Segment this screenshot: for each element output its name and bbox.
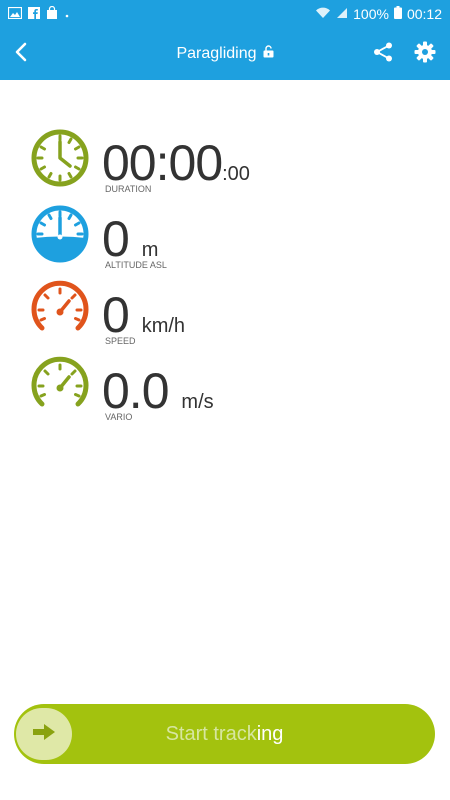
altitude-label: ALTITUDE ASL <box>105 260 167 270</box>
arrow-right-icon <box>31 722 57 747</box>
duration-label: DURATION <box>105 184 152 194</box>
altimeter-icon <box>30 204 90 264</box>
vario-label: VARIO <box>105 412 133 422</box>
back-button[interactable] <box>0 28 42 80</box>
dot-icon <box>64 6 70 22</box>
metric-speed: 0 km/h SPEED <box>30 276 430 352</box>
start-label-bright: ing <box>256 722 284 745</box>
clock: 00:12 <box>406 6 442 22</box>
shopping-bag-icon <box>46 5 58 22</box>
back-arrow-icon <box>14 42 28 67</box>
metric-vario: 0.0 m/s VARIO <box>30 352 430 428</box>
battery-icon <box>393 6 402 22</box>
battery-percent: 100% <box>353 6 389 22</box>
altitude-number: 0 <box>102 211 130 267</box>
vario-number: 0.0 <box>102 363 170 419</box>
altitude-unit: m <box>141 239 159 261</box>
system-status: 100% 00:12 <box>315 6 442 22</box>
wifi-icon <box>315 6 331 22</box>
metric-altitude: 0 m ALTITUDE ASL <box>30 200 430 276</box>
metric-duration: 00:00:00 DURATION <box>30 124 430 200</box>
app-bar: Paragliding <box>0 28 450 80</box>
unlock-icon <box>263 45 274 63</box>
signal-icon <box>336 6 348 22</box>
slide-knob[interactable] <box>16 708 72 760</box>
settings-gear-icon <box>414 41 436 68</box>
share-button[interactable] <box>368 39 398 69</box>
speedometer-icon <box>30 280 90 340</box>
start-tracking-button[interactable]: Start track ing <box>14 704 435 764</box>
duration-main: 00:00 <box>102 135 223 191</box>
facebook-icon <box>28 6 40 22</box>
page-title: Paragliding <box>176 45 257 62</box>
speed-unit: km/h <box>141 315 186 337</box>
start-tracking-label: Start track ing <box>14 704 435 764</box>
settings-button[interactable] <box>410 39 440 69</box>
app-actions <box>368 39 450 69</box>
variometer-icon <box>30 356 90 416</box>
gallery-icon <box>7 6 23 22</box>
speed-number: 0 <box>102 287 130 343</box>
notification-icons <box>7 5 70 22</box>
speed-label: SPEED <box>105 336 136 346</box>
start-label-dim: Start track <box>165 722 257 745</box>
vario-unit: m/s <box>181 391 214 413</box>
clock-icon <box>30 128 90 188</box>
duration-seconds: :00 <box>222 163 250 185</box>
metrics-panel: 00:00:00 DURATION 0 m ALTITUDE ASL 0 km/… <box>30 124 430 428</box>
share-icon <box>372 41 394 68</box>
status-bar: 100% 00:12 <box>0 0 450 28</box>
